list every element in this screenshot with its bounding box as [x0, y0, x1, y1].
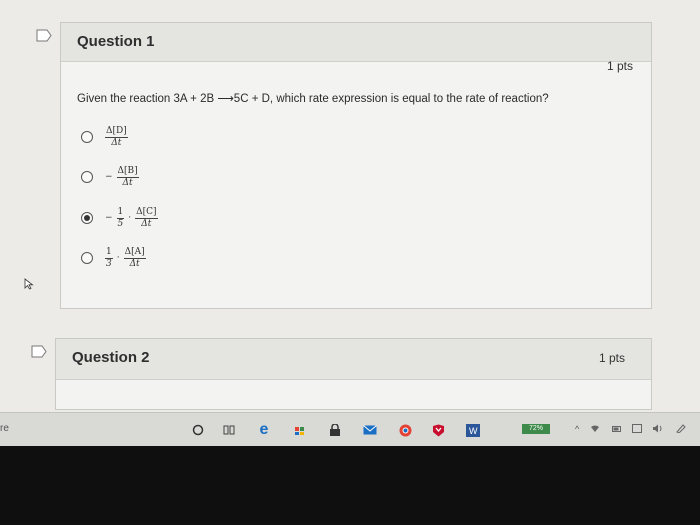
battery-indicator[interactable]: 72% — [522, 424, 550, 434]
answer-option-2[interactable]: − Δ[B] Δt — [81, 165, 141, 189]
lock-icon[interactable] — [327, 422, 343, 438]
fraction-numerator: Δ[B] — [116, 165, 139, 178]
coefficient-numerator: 1 — [105, 246, 113, 259]
answer-expression: 13 · Δ[A] Δt — [103, 247, 148, 270]
flag-question-icon[interactable] — [36, 29, 52, 42]
fraction-numerator: Δ[A] — [123, 246, 146, 259]
store-icon[interactable] — [292, 422, 308, 438]
question-header: Question 2 1 pts — [56, 339, 651, 380]
search-box-text[interactable]: re — [0, 423, 9, 434]
radio-button[interactable] — [81, 131, 93, 143]
fraction-denominator: Δt — [141, 218, 152, 229]
question-card-2: Question 2 1 pts — [55, 338, 652, 410]
answer-option-4[interactable]: 13 · Δ[A] Δt — [81, 246, 148, 270]
answer-expression: − 15 · Δ[C] Δt — [103, 207, 160, 230]
question-points: 1 pts — [598, 351, 625, 365]
answer-expression: − Δ[B] Δt — [103, 166, 141, 189]
radio-button-selected[interactable] — [81, 212, 93, 224]
pen-icon[interactable] — [676, 424, 686, 435]
volume-icon[interactable] — [652, 424, 664, 435]
coefficient-denominator: 3 — [106, 258, 112, 269]
action-center-icon[interactable] — [632, 424, 642, 435]
question-points: 1 pts — [606, 59, 633, 73]
network-icon[interactable] — [590, 424, 600, 435]
minus-sign: − — [105, 213, 113, 223]
mouse-pointer-icon — [24, 278, 34, 290]
task-view-icon[interactable] — [221, 422, 237, 438]
fraction-numerator: Δ[C] — [135, 206, 158, 219]
question-card-1: Question 1 1 pts Given the reaction 3A +… — [60, 22, 652, 309]
edge-icon[interactable]: e — [256, 421, 272, 438]
monitor-bezel — [0, 446, 700, 525]
fraction-denominator: Δt — [129, 258, 140, 269]
fraction-numerator: Δ[D] — [105, 125, 128, 138]
radio-button[interactable] — [81, 171, 93, 183]
radio-button[interactable] — [81, 252, 93, 264]
minus-sign: − — [105, 172, 113, 182]
question-title: Question 2 — [72, 349, 150, 366]
chevron-up-icon[interactable]: ^ — [575, 424, 579, 434]
flag-question-icon[interactable] — [31, 345, 47, 358]
coefficient-numerator: 1 — [116, 206, 125, 219]
browser-viewport: Question 1 1 pts Given the reaction 3A +… — [0, 0, 700, 412]
multiply-dot: · — [116, 253, 120, 263]
question-text: Given the reaction 3A + 2B ⟶5C + D, whic… — [77, 93, 549, 105]
mcafee-icon[interactable] — [430, 422, 446, 438]
answer-expression: Δ[D] Δt — [103, 126, 130, 149]
coefficient-denominator: 5 — [117, 218, 124, 229]
cortana-icon[interactable] — [190, 422, 206, 438]
taskbar: re e W 72% ^ — [0, 412, 700, 447]
multiply-dot: · — [128, 213, 132, 223]
battery-tray-icon[interactable] — [612, 424, 622, 434]
svg-text:W: W — [469, 426, 478, 436]
word-icon[interactable]: W — [465, 422, 481, 438]
fraction-denominator: Δt — [122, 177, 133, 188]
answer-option-1[interactable]: Δ[D] Δt — [81, 125, 130, 149]
question-title: Question 1 — [77, 33, 155, 50]
question-header: Question 1 — [61, 23, 651, 62]
mail-icon[interactable] — [362, 422, 378, 438]
answer-option-3[interactable]: − 15 · Δ[C] Δt — [81, 206, 160, 230]
chrome-icon[interactable] — [397, 422, 413, 438]
fraction-denominator: Δt — [111, 137, 122, 148]
